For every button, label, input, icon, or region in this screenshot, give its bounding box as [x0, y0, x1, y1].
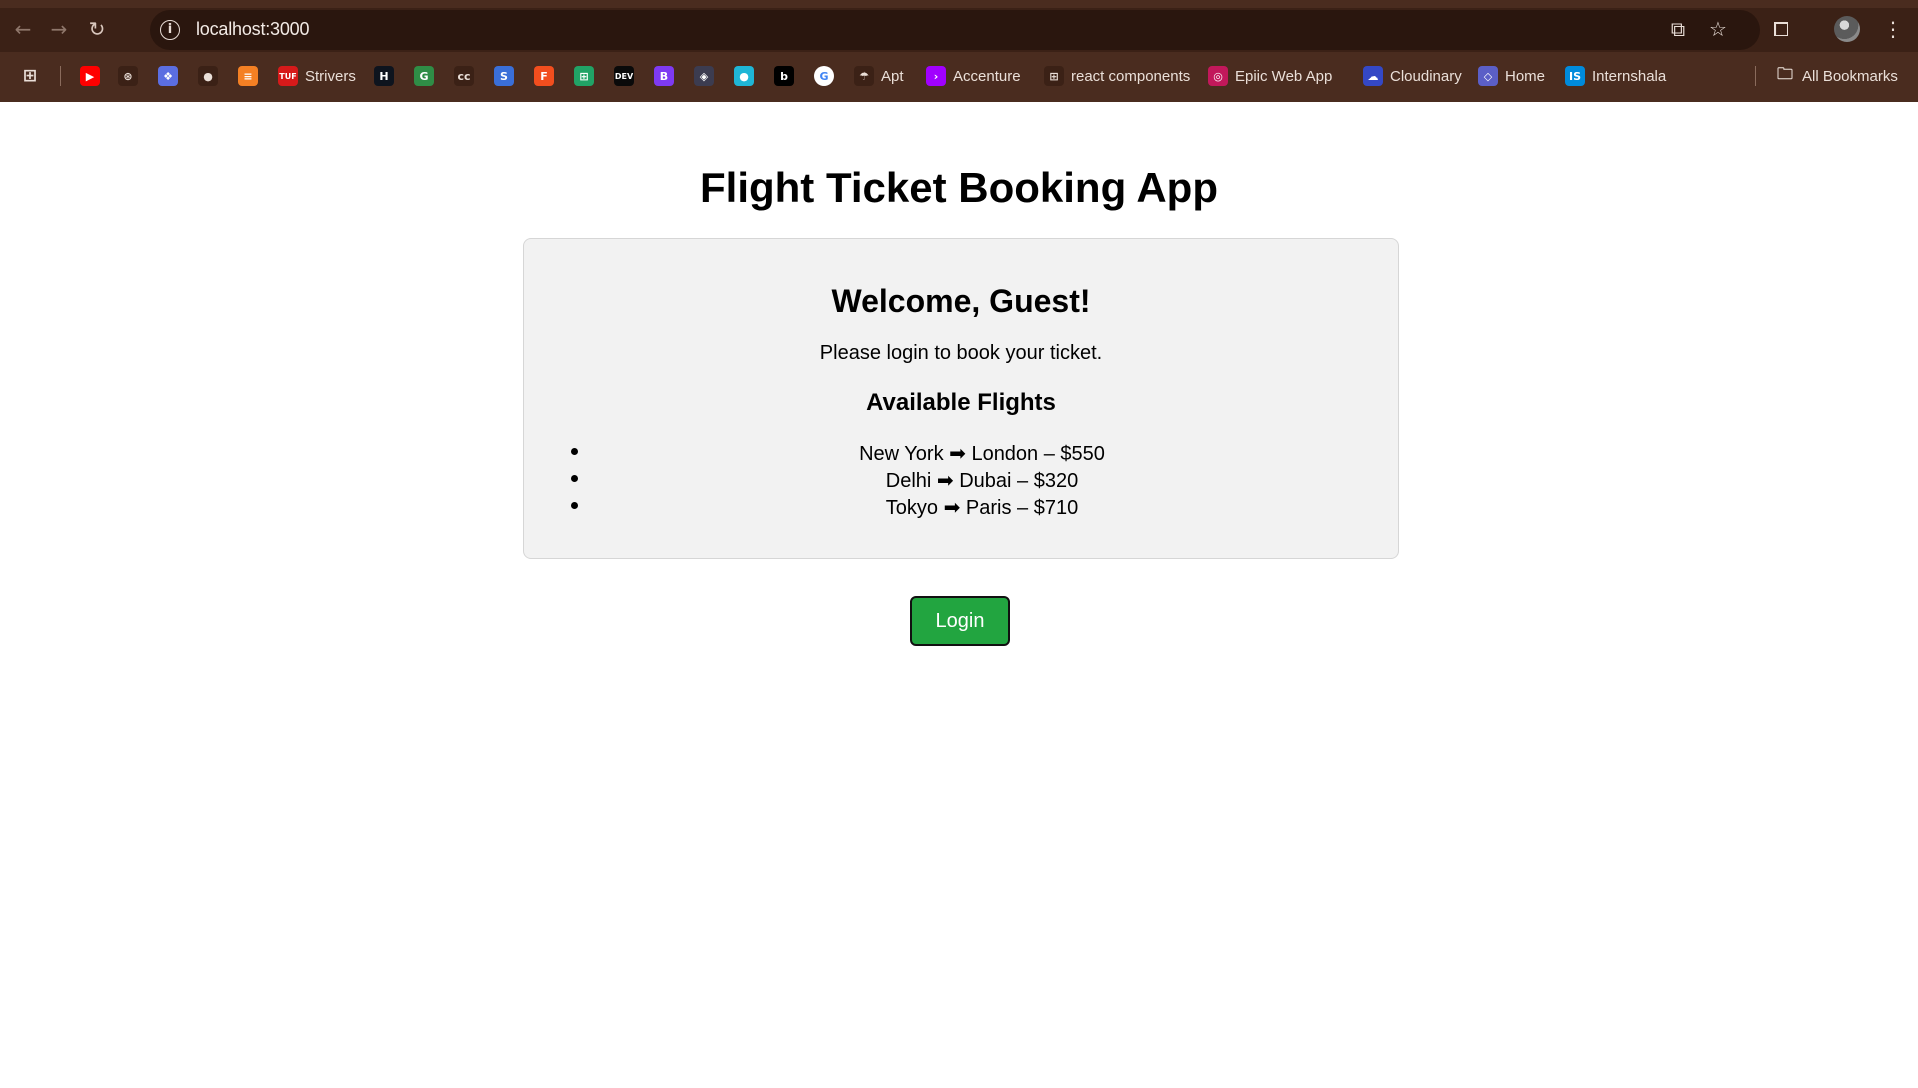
bookmark-item[interactable]: S: [494, 62, 514, 90]
react-components-icon: ⊞: [1044, 66, 1064, 86]
bookmark-item[interactable]: TUF Strivers: [278, 62, 356, 90]
bookmark-item[interactable]: ▶: [80, 62, 100, 90]
all-bookmarks-button[interactable]: 🗀 All Bookmarks: [1775, 62, 1898, 90]
stackoverflow-icon: ≡: [238, 66, 258, 86]
bookmark-item[interactable]: G: [814, 62, 834, 90]
tab-strip: [0, 0, 1918, 8]
install-app-icon[interactable]: ⧉: [1663, 14, 1693, 44]
flight-text: Tokyo ➡ Paris – $710: [885, 497, 1079, 519]
codechef-icon: cc: [454, 66, 474, 86]
figma-icon: F: [534, 66, 554, 86]
bookmark-item[interactable]: IS Internshala: [1565, 62, 1666, 90]
bookmark-item[interactable]: G: [414, 62, 434, 90]
bookmark-item[interactable]: H: [374, 62, 394, 90]
bookmark-item[interactable]: ◎ Epiic Web App: [1208, 62, 1332, 90]
list-item: Tokyo ➡ Paris – $710: [564, 495, 1360, 522]
page-title: Flight Ticket Booking App: [700, 164, 1218, 211]
bookmark-item[interactable]: F: [534, 62, 554, 90]
arrow-left-icon: ←: [14, 17, 32, 41]
reload-icon: ↻: [88, 17, 106, 41]
google-icon: G: [814, 66, 834, 86]
accenture-icon: ›: [926, 66, 946, 86]
bookmark-star-icon[interactable]: ☆: [1703, 14, 1733, 44]
list-item: New York ➡ London – $550: [564, 441, 1360, 468]
profile-avatar[interactable]: [1834, 16, 1860, 42]
bookmark-item[interactable]: ●: [198, 62, 218, 90]
cloudinary-icon: ☁: [1363, 66, 1383, 86]
extensions-icon[interactable]: ⧠: [1766, 14, 1796, 44]
bookmark-item[interactable]: ◇ Home: [1478, 62, 1545, 90]
bookmark-item[interactable]: ●: [734, 62, 754, 90]
sheets-icon: ⊞: [574, 66, 594, 86]
bookmark-item[interactable]: ⊞: [574, 62, 594, 90]
page-content: Flight Ticket Booking App Welcome, Guest…: [0, 102, 1918, 1088]
bookmark-label: Strivers: [305, 67, 356, 85]
chatgpt-icon: ⊛: [118, 66, 138, 86]
bookmarks-divider: [1755, 66, 1756, 86]
welcome-card: Welcome, Guest! Please login to book you…: [523, 238, 1399, 559]
tuf-icon: TUF: [278, 66, 298, 86]
flight-text: Delhi ➡ Dubai – $320: [885, 470, 1079, 492]
back-button[interactable]: ←: [6, 12, 40, 46]
bold-b-icon: b: [774, 66, 794, 86]
bookmark-label: Accenture: [953, 67, 1021, 85]
geeksforgeeks-icon: G: [414, 66, 434, 86]
bookmark-item[interactable]: ⊞ react components: [1044, 62, 1190, 90]
bookmark-label: Internshala: [1592, 67, 1667, 85]
bookmark-item[interactable]: cc: [454, 62, 474, 90]
forward-button[interactable]: →: [42, 12, 76, 46]
list-item: Delhi ➡ Dubai – $320: [564, 468, 1360, 495]
bookmark-item[interactable]: ⊛: [118, 62, 138, 90]
epiic-icon: ◎: [1208, 66, 1228, 86]
folder-icon: 🗀: [1776, 63, 1793, 83]
home-icon: ◇: [1478, 66, 1498, 86]
bookmark-item[interactable]: b: [774, 62, 794, 90]
apt-icon: ☂: [854, 66, 874, 86]
reload-button[interactable]: ↻: [80, 12, 114, 46]
bookmark-label: Cloudinary: [1390, 67, 1462, 85]
bookmark-label: Epiic Web App: [1235, 67, 1333, 85]
browser-chrome: ← → ↻ i localhost:3000 ⧉ ☆ ⧠ ⋮ ⊞ ▶ ⊛ ❖ ● ≡ TU…: [0, 0, 1918, 102]
bookmark-item[interactable]: ◈: [694, 62, 714, 90]
login-prompt: Please login to book your ticket.: [819, 342, 1103, 364]
bookmark-item[interactable]: DEV: [614, 62, 634, 90]
address-bar[interactable]: [150, 10, 1760, 50]
all-bookmarks-label: All Bookmarks: [1802, 67, 1898, 85]
bullet-icon: [571, 448, 578, 455]
bookmark-item[interactable]: ☂ Apt: [854, 62, 904, 90]
login-button[interactable]: Login: [910, 596, 1010, 646]
site-info-icon[interactable]: i: [160, 20, 180, 40]
hackerrank-icon: H: [374, 66, 394, 86]
youtube-icon: ▶: [80, 66, 100, 86]
bird-icon: ❖: [158, 66, 178, 86]
bookmark-item[interactable]: ☁ Cloudinary: [1363, 62, 1462, 90]
flights-list: New York ➡ London – $550 Delhi ➡ Dubai –…: [564, 441, 1360, 522]
bookmark-item[interactable]: ≡: [238, 62, 258, 90]
internshala-icon: IS: [1565, 66, 1585, 86]
bookmark-item[interactable]: › Accenture: [926, 62, 1021, 90]
bookmark-label: Apt: [881, 67, 904, 85]
flight-text: New York ➡ London – $550: [859, 443, 1105, 465]
bullet-icon: [571, 502, 578, 509]
bookmark-item[interactable]: ❖: [158, 62, 178, 90]
bullet-icon: [571, 475, 578, 482]
more-menu-icon[interactable]: ⋮: [1878, 14, 1908, 44]
circle-gradient-icon: ●: [734, 66, 754, 86]
bookmark-item[interactable]: B: [654, 62, 674, 90]
coding-ninjas-icon: S: [494, 66, 514, 86]
welcome-heading: Welcome, Guest!: [831, 283, 1091, 319]
github-icon: ●: [198, 66, 218, 86]
dev-icon: DEV: [614, 66, 634, 86]
url-text[interactable]: localhost:3000: [196, 19, 309, 40]
bookmarks-bar: ▶ ⊛ ❖ ● ≡ TUF Strivers H Gcc S F ⊞ DEV B ◈ ● b G ☂ Apt › Acce…: [0, 58, 1918, 94]
bookmark-label: react components: [1071, 67, 1191, 85]
arrow-right-icon: →: [50, 17, 68, 41]
bootstrap-icon: B: [654, 66, 674, 86]
app-icon: ◈: [694, 66, 714, 86]
flights-heading: Available Flights: [866, 389, 1056, 416]
bookmark-label: Home: [1505, 67, 1546, 85]
